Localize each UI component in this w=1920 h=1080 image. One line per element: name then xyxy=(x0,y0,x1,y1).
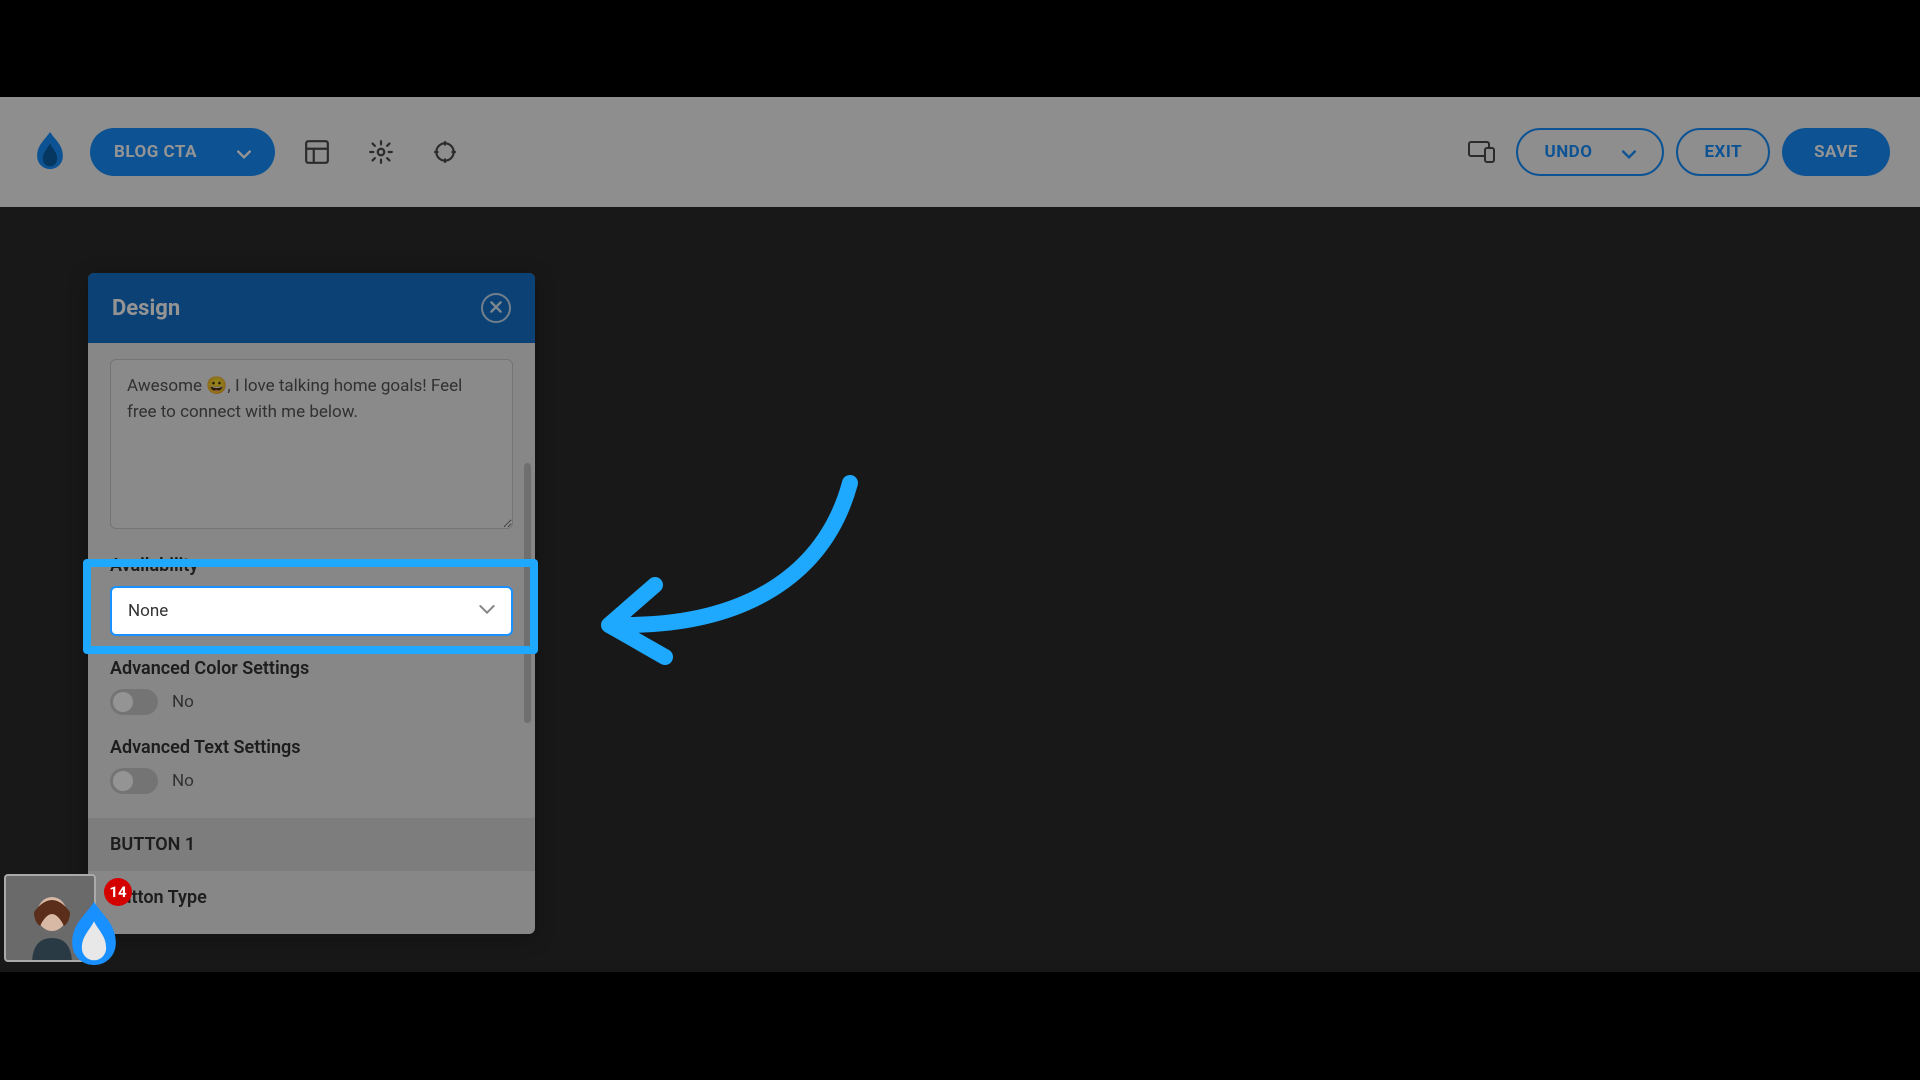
toolbar-right: UNDO EXIT SAVE xyxy=(1460,128,1890,176)
chevron-down-icon xyxy=(237,145,251,159)
scrollbar[interactable] xyxy=(524,463,531,723)
undo-dropdown[interactable]: UNDO xyxy=(1516,128,1664,176)
button-type-label: Button Type xyxy=(110,887,513,908)
save-button[interactable]: SAVE xyxy=(1782,128,1890,176)
target-icon-button[interactable] xyxy=(423,130,467,174)
undo-label: UNDO xyxy=(1544,142,1592,162)
advanced-color-value: No xyxy=(172,692,194,712)
gear-icon-button[interactable] xyxy=(359,130,403,174)
availability-select-wrap: None xyxy=(110,586,513,636)
device-preview-icon-button[interactable] xyxy=(1460,130,1504,174)
top-toolbar: BLOG CTA UNDO xyxy=(0,97,1920,207)
advanced-text-value: No xyxy=(172,771,194,791)
advanced-color-toggle[interactable] xyxy=(110,689,158,715)
advanced-color-label: Advanced Color Settings xyxy=(110,658,513,679)
exit-button[interactable]: EXIT xyxy=(1676,128,1770,176)
project-name: BLOG CTA xyxy=(114,142,197,162)
exit-label: EXIT xyxy=(1704,142,1742,162)
app-logo-icon xyxy=(30,132,70,172)
toggle-knob xyxy=(113,692,133,712)
design-panel: Design Availability None xyxy=(88,273,535,934)
save-label: SAVE xyxy=(1814,142,1858,162)
flame-logo-icon xyxy=(64,902,124,970)
toolbar-left: BLOG CTA xyxy=(30,128,467,176)
panel-body: Availability None Advanced Color Setting… xyxy=(88,343,535,934)
chevron-down-icon xyxy=(479,601,495,621)
notification-badge: 14 xyxy=(104,878,132,906)
panel-header: Design xyxy=(88,273,535,343)
advanced-text-toggle[interactable] xyxy=(110,768,158,794)
project-dropdown[interactable]: BLOG CTA xyxy=(90,128,275,176)
close-panel-button[interactable] xyxy=(481,293,511,323)
toggle-knob xyxy=(113,771,133,791)
availability-value: None xyxy=(128,601,168,621)
chevron-down-icon xyxy=(1622,145,1636,159)
advanced-color-toggle-row: No xyxy=(110,689,513,715)
help-widget[interactable]: 14 xyxy=(4,874,134,968)
panel-title: Design xyxy=(112,296,180,321)
close-icon xyxy=(489,299,503,318)
editor-canvas: Design Availability None xyxy=(0,207,1920,972)
layout-icon-button[interactable] xyxy=(295,130,339,174)
advanced-text-toggle-row: No xyxy=(110,768,513,794)
app-container: BLOG CTA UNDO xyxy=(0,97,1920,972)
arrow-annotation xyxy=(595,475,865,675)
advanced-text-label: Advanced Text Settings xyxy=(110,737,513,758)
availability-label: Availability xyxy=(110,555,513,576)
message-textarea[interactable] xyxy=(110,359,513,529)
availability-select[interactable]: None xyxy=(110,586,513,636)
button1-section-header: BUTTON 1 xyxy=(88,818,535,871)
